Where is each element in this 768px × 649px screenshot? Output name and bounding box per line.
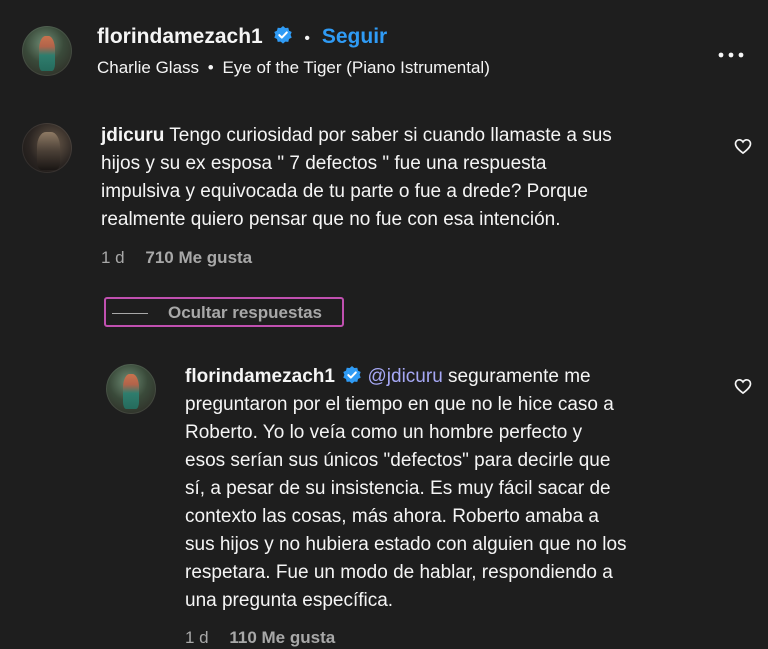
comment-like-button[interactable] [733,136,753,156]
reply: florindamezach1 @jdicuru seguramente me … [0,355,768,647]
comment-text-line: hijos y su ex esposa " 7 defectos " fue … [101,153,547,174]
comment-text-first: Tengo curiosidad por saber si cuando lla… [169,125,612,146]
hide-replies-label: Ocultar respuestas [168,303,323,322]
comment-text-line: impulsiva y equivocada de tu parte o fue… [101,181,588,202]
reply-mention-link[interactable]: @jdicuru [368,366,443,387]
reply-text-first: seguramente me [448,366,591,387]
verified-badge-icon [273,25,293,45]
commenter-avatar[interactable] [22,123,72,173]
reply-text-line: Roberto. Yo lo veía como un hombre perfe… [185,422,583,443]
hide-replies-button[interactable]: Ocultar respuestas [104,297,344,327]
commenter-username[interactable]: jdicuru [101,125,164,146]
audio-title: Eye of the Tiger (Piano Istrumental) [222,58,490,77]
reply-username[interactable]: florindamezach1 [185,366,335,387]
reply-author-avatar[interactable] [106,364,156,414]
reply-text-line: preguntaron por el tiempo en que no le h… [185,394,614,415]
follow-button[interactable]: Seguir [322,25,387,48]
comment-text-line: realmente quiero pensar que no fue con e… [101,209,561,230]
reply-text-line: contexto las cosas, más ahora. Roberto a… [185,506,600,527]
header-separator: • [304,30,311,47]
heart-icon [734,378,752,395]
comment-likes[interactable]: 710 Me gusta [145,248,252,267]
replies-divider [112,313,148,314]
heart-icon [734,138,752,155]
author-avatar[interactable] [22,26,72,76]
verified-badge-icon [342,365,362,385]
reply-body: florindamezach1 @jdicuru seguramente me … [185,363,725,615]
reply-text-line: respetara. Fue un modo de hablar, respon… [185,562,613,583]
reply-text-line: una pregunta específica. [185,590,394,611]
post-header: florindamezach1 • Seguir Charlie Glass •… [0,0,768,100]
audio-separator: • [207,58,214,77]
comment-body: jdicuru Tengo curiosidad por saber si cu… [101,122,721,234]
comment: jdicuru Tengo curiosidad por saber si cu… [0,110,768,280]
reply-text-line: sus hijos y no hubiera estado con alguie… [185,534,627,555]
more-options-icon[interactable] [718,46,744,58]
reply-time: 1 d [185,628,209,647]
comment-time: 1 d [101,248,125,267]
reply-like-button[interactable] [733,376,753,396]
audio-artist: Charlie Glass [97,58,200,77]
reply-text-line: sí, a pesar de su insistencia. Es muy fá… [185,478,611,499]
reply-likes[interactable]: 110 Me gusta [229,628,335,647]
reply-text-line: esos serían sus únicos "defectos" para d… [185,450,611,471]
author-username[interactable]: florindamezach1 [97,25,263,48]
audio-info[interactable]: Charlie Glass • Eye of the Tiger (Piano … [97,57,490,79]
